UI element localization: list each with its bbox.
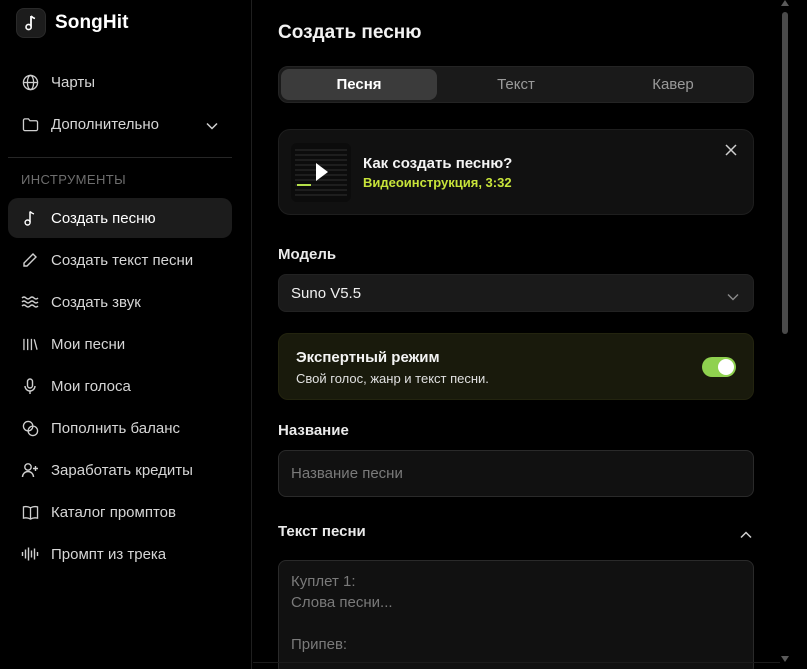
video-title: Как создать песню?	[363, 155, 513, 172]
sidebar-item-prompt-from-track[interactable]: Промпт из трека	[8, 534, 232, 574]
sidebar-item-my-songs[interactable]: Мои песни	[8, 324, 232, 364]
sidebar-divider	[8, 157, 232, 158]
sidebar-item-more[interactable]: Дополнительно	[8, 104, 232, 144]
song-name-label: Название	[278, 422, 349, 439]
sidebar: SongHit Чарты Дополнительно ИНСТРУМЕНТЫ …	[0, 0, 252, 669]
tab-cover[interactable]: Кавер	[595, 69, 751, 100]
tab-song[interactable]: Песня	[281, 69, 437, 100]
chevron-down-icon	[206, 117, 218, 135]
sidebar-item-label: Промпт из трека	[51, 545, 167, 563]
play-icon	[316, 163, 328, 181]
lyrics-textarea[interactable]	[278, 560, 754, 669]
library-icon	[21, 335, 39, 353]
window-edge	[790, 0, 807, 669]
waves-icon	[21, 293, 39, 311]
coins-icon	[21, 419, 39, 437]
music-note-icon	[16, 8, 46, 38]
user-plus-icon	[21, 461, 39, 479]
sidebar-item-create-sound[interactable]: Создать звук	[8, 282, 232, 322]
sidebar-item-prompt-catalog[interactable]: Каталог промптов	[8, 492, 232, 532]
scroll-down-arrow-icon[interactable]	[781, 656, 789, 662]
globe-icon	[21, 73, 39, 91]
tab-lyrics[interactable]: Текст	[438, 69, 594, 100]
scrollbar-thumb[interactable]	[782, 12, 788, 334]
music-note-icon	[21, 209, 39, 227]
model-select[interactable]: Suno V5.5	[278, 274, 754, 312]
sidebar-item-create-song[interactable]: Создать песню	[8, 198, 232, 238]
sidebar-item-label: Пополнить баланс	[51, 419, 180, 437]
bottom-divider	[253, 662, 780, 663]
brand-name: SongHit	[55, 12, 129, 33]
main-panel: Создать песню Песня Текст Кавер Как созд…	[253, 0, 780, 669]
sidebar-item-label: Чарты	[51, 73, 96, 91]
pencil-icon	[21, 251, 39, 269]
song-name-input[interactable]	[278, 450, 754, 497]
expert-mode-panel: Экспертный режим Свой голос, жанр и текс…	[278, 333, 754, 400]
sidebar-item-label: Создать звук	[51, 293, 141, 311]
close-icon[interactable]	[723, 142, 739, 158]
video-tutorial-card[interactable]: Как создать песню? Видеоинструкция, 3:32	[278, 129, 754, 215]
folder-icon	[21, 115, 39, 133]
microphone-icon	[21, 377, 39, 395]
section-label-tools: ИНСТРУМЕНТЫ	[21, 172, 127, 187]
book-icon	[21, 503, 39, 521]
sidebar-item-my-voices[interactable]: Мои голоса	[8, 366, 232, 406]
sidebar-item-charts[interactable]: Чарты	[8, 62, 232, 102]
thumbnail-accent	[297, 184, 311, 186]
expert-mode-subtitle: Свой голос, жанр и текст песни.	[296, 371, 489, 386]
sidebar-item-label: Мои песни	[51, 335, 126, 353]
sidebar-item-top-up[interactable]: Пополнить баланс	[8, 408, 232, 448]
video-subtitle: Видеоинструкция, 3:32	[363, 175, 512, 190]
chevron-down-icon	[727, 288, 739, 305]
sidebar-item-label: Дополнительно	[51, 115, 159, 133]
toggle-knob	[718, 359, 734, 375]
sidebar-item-label: Заработать кредиты	[51, 461, 193, 479]
sidebar-item-label: Каталог промптов	[51, 503, 176, 521]
scroll-up-arrow-icon[interactable]	[781, 0, 789, 6]
model-select-value: Suno V5.5	[291, 284, 362, 302]
sidebar-item-label: Создать текст песни	[51, 251, 194, 269]
sidebar-item-label: Создать песню	[51, 209, 156, 227]
brand[interactable]: SongHit	[16, 8, 129, 38]
mode-tabs: Песня Текст Кавер	[278, 66, 754, 103]
expert-mode-toggle[interactable]	[702, 357, 736, 377]
chevron-up-icon[interactable]	[740, 526, 754, 539]
audio-lines-icon	[21, 545, 39, 563]
model-label: Модель	[278, 246, 337, 263]
expert-mode-title: Экспертный режим	[296, 349, 440, 366]
sidebar-item-create-lyrics[interactable]: Создать текст песни	[8, 240, 232, 280]
lyrics-label: Текст песни	[278, 523, 366, 540]
sidebar-item-earn-credits[interactable]: Заработать кредиты	[8, 450, 232, 490]
sidebar-item-label: Мои голоса	[51, 377, 131, 395]
video-thumbnail[interactable]	[291, 143, 351, 202]
page-title: Создать песню	[278, 22, 422, 43]
